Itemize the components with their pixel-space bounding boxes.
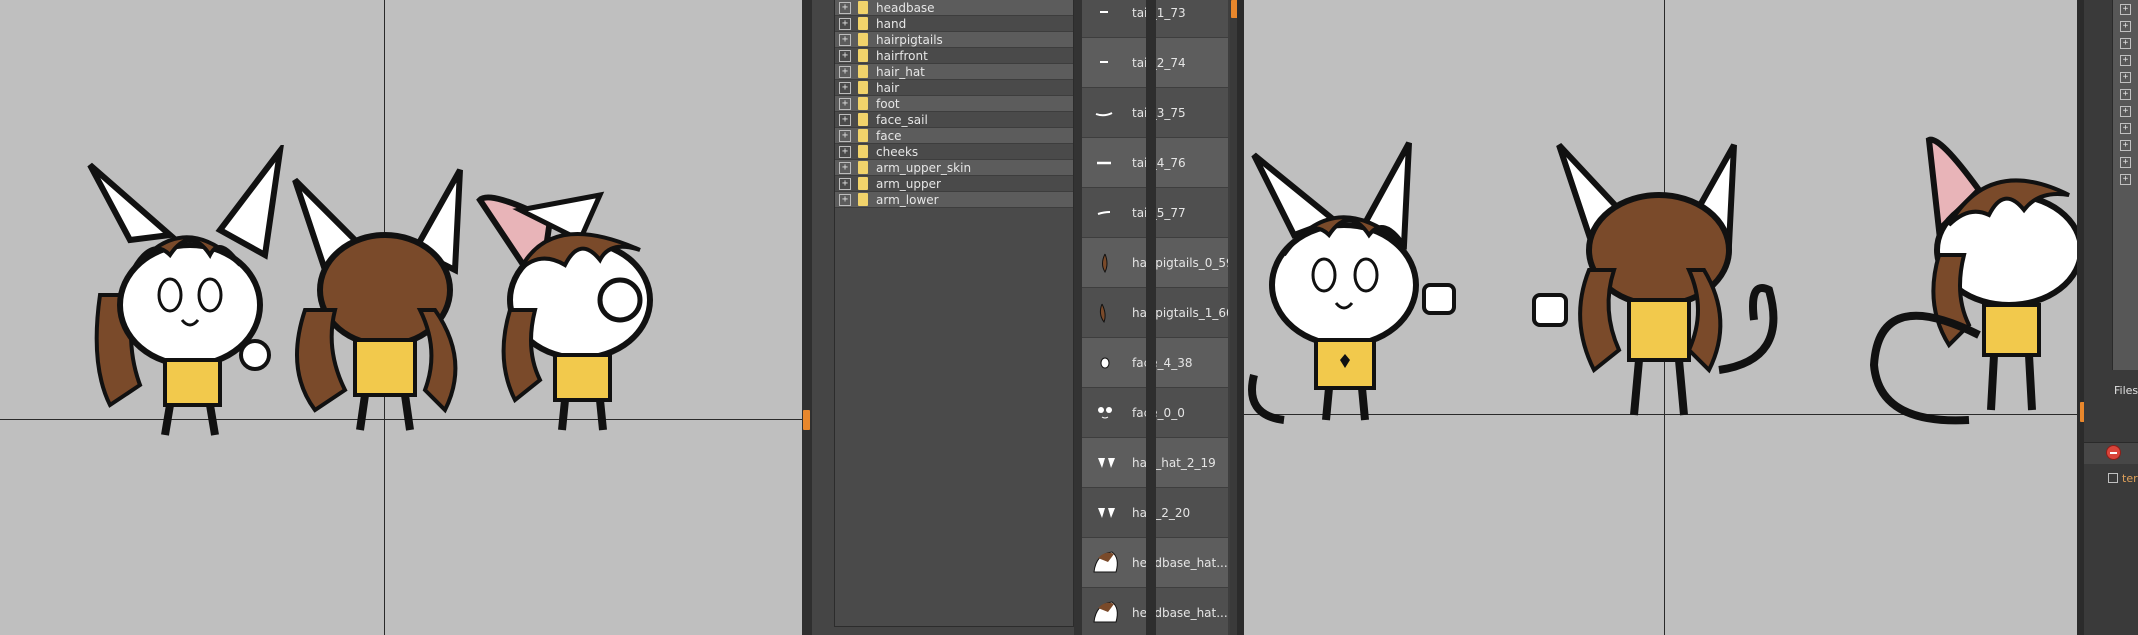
- splitter-handle-left[interactable]: [803, 410, 810, 430]
- layer-row[interactable]: + hair_hat: [835, 64, 1073, 80]
- folder-icon: [858, 129, 868, 142]
- layer-row[interactable]: + face_sail: [835, 112, 1073, 128]
- symbol-thumbnail: [1086, 194, 1124, 232]
- layer-label: face: [876, 128, 902, 143]
- expand-plus-icon[interactable]: +: [839, 65, 851, 78]
- character-sprite-side: [476, 191, 653, 431]
- splitter-middle[interactable]: [1074, 0, 1082, 635]
- splitter-left[interactable]: [802, 0, 812, 635]
- layer-label: foot: [876, 96, 900, 111]
- folder-icon: [858, 1, 868, 14]
- expand-plus-icon[interactable]: +: [2120, 55, 2131, 66]
- expand-plus-icon[interactable]: +: [839, 1, 851, 14]
- expand-plus-icon[interactable]: +: [2120, 140, 2131, 151]
- expand-plus-icon[interactable]: +: [839, 49, 851, 62]
- layer-label: arm_lower: [876, 192, 939, 207]
- layer-label: cheeks: [876, 144, 919, 159]
- layer-row[interactable]: + hand: [835, 16, 1073, 32]
- expand-plus-icon[interactable]: +: [839, 17, 851, 30]
- expand-plus-icon[interactable]: +: [2120, 123, 2131, 134]
- expand-plus-icon[interactable]: +: [839, 81, 851, 94]
- splitter-right[interactable]: [1237, 0, 1244, 635]
- library-panel: + + + + + + + + + + + Files ter: [2084, 0, 2138, 635]
- layer-row[interactable]: + headbase: [835, 0, 1073, 16]
- layer-label: arm_upper: [876, 176, 941, 191]
- expand-plus-icon[interactable]: +: [839, 129, 851, 142]
- layers-list: + headbase + hand + hairpigtails + hairfront + ha…: [834, 0, 1074, 627]
- layers-panel: + headbase + hand + hairpigtails + hairfront + ha…: [812, 0, 1074, 635]
- layer-row[interactable]: + arm_upper_skin: [835, 160, 1073, 176]
- tree-item-label[interactable]: ter: [2122, 472, 2138, 485]
- expand-plus-icon[interactable]: +: [839, 177, 851, 190]
- symbol-scrollbar[interactable]: [1146, 0, 1156, 635]
- preview-canvas-right[interactable]: [1244, 0, 2084, 635]
- character-sprite-side-right: [1869, 136, 2084, 425]
- layer-label: hair_hat: [876, 64, 925, 79]
- animation-editor: + headbase + hand + hairpigtails + hairfront + ha…: [0, 0, 2138, 635]
- layer-row[interactable]: + foot: [835, 96, 1073, 112]
- expand-plus-icon[interactable]: +: [2120, 174, 2131, 185]
- folder-icon: [858, 161, 868, 174]
- layer-row[interactable]: + hairpigtails: [835, 32, 1073, 48]
- symbol-panel: tail_1_73 tail_2_74 tail_3_75 tail_4_76 tail…: [1082, 0, 1230, 635]
- expand-plus-icon[interactable]: +: [839, 113, 851, 126]
- folder-icon: [858, 65, 868, 78]
- expand-plus-icon[interactable]: +: [2120, 106, 2131, 117]
- expand-plus-icon[interactable]: +: [839, 161, 851, 174]
- layer-row[interactable]: + hair: [835, 80, 1073, 96]
- symbol-thumbnail: [1086, 594, 1124, 632]
- layer-label: face_sail: [876, 112, 928, 127]
- symbol-thumbnail: [1086, 144, 1124, 182]
- layer-label: headbase: [876, 0, 935, 15]
- symbol-thumbnail: [1086, 0, 1124, 32]
- layer-label: hair: [876, 80, 900, 95]
- folder-icon: [858, 193, 868, 206]
- preview-canvas-left[interactable]: [0, 0, 802, 635]
- expand-plus-icon[interactable]: +: [2120, 89, 2131, 100]
- layer-row[interactable]: + face: [835, 128, 1073, 144]
- layer-row[interactable]: + arm_upper: [835, 176, 1073, 192]
- expand-plus-icon[interactable]: +: [839, 33, 851, 46]
- character-sprite-back: [292, 168, 463, 431]
- expand-plus-icon[interactable]: +: [839, 193, 851, 206]
- symbol-thumbnail: [1086, 394, 1124, 432]
- folder-icon: [858, 97, 868, 110]
- folder-icon: [858, 33, 868, 46]
- folder-icon: [858, 17, 868, 30]
- layer-label: hairpigtails: [876, 32, 943, 47]
- layer-label: hairfront: [876, 48, 928, 63]
- character-sprite-front: [87, 145, 284, 436]
- symbol-thumbnail: [1086, 494, 1124, 532]
- symbol-thumbnail: [1086, 544, 1124, 582]
- layer-label: hand: [876, 16, 907, 31]
- splitter-far-right[interactable]: [2077, 0, 2084, 635]
- expand-plus-icon[interactable]: +: [2120, 38, 2131, 49]
- layer-row[interactable]: + cheeks: [835, 144, 1073, 160]
- expand-plus-icon[interactable]: +: [839, 97, 851, 110]
- symbol-thumbnail: [1086, 294, 1124, 332]
- folder-icon: [858, 113, 868, 126]
- symbol-thumbnail: [1086, 444, 1124, 482]
- folder-icon: [858, 81, 868, 94]
- folder-icon: [858, 49, 868, 62]
- symbol-thumbnail: [1086, 44, 1124, 82]
- symbol-thumbnail: [1086, 344, 1124, 382]
- expand-plus-icon[interactable]: +: [2120, 21, 2131, 32]
- files-tab-label[interactable]: Files: [2114, 384, 2138, 397]
- tree-expander-icon[interactable]: [2108, 473, 2118, 483]
- character-sprite-back-right: [1532, 142, 1778, 416]
- layer-row[interactable]: + arm_lower: [835, 192, 1073, 208]
- layer-label: arm_upper_skin: [876, 160, 972, 175]
- symbol-thumbnail: [1086, 244, 1124, 282]
- stop-icon[interactable]: [2106, 445, 2121, 460]
- expand-plus-icon[interactable]: +: [2120, 157, 2131, 168]
- expand-plus-icon[interactable]: +: [2120, 4, 2131, 15]
- symbol-thumbnail: [1086, 94, 1124, 132]
- layer-row[interactable]: + hairfront: [835, 48, 1073, 64]
- expand-plus-icon[interactable]: +: [2120, 72, 2131, 83]
- folder-icon: [858, 145, 868, 158]
- expand-plus-icon[interactable]: +: [839, 145, 851, 158]
- character-sprite-front-right: [1248, 141, 1456, 424]
- folder-icon: [858, 177, 868, 190]
